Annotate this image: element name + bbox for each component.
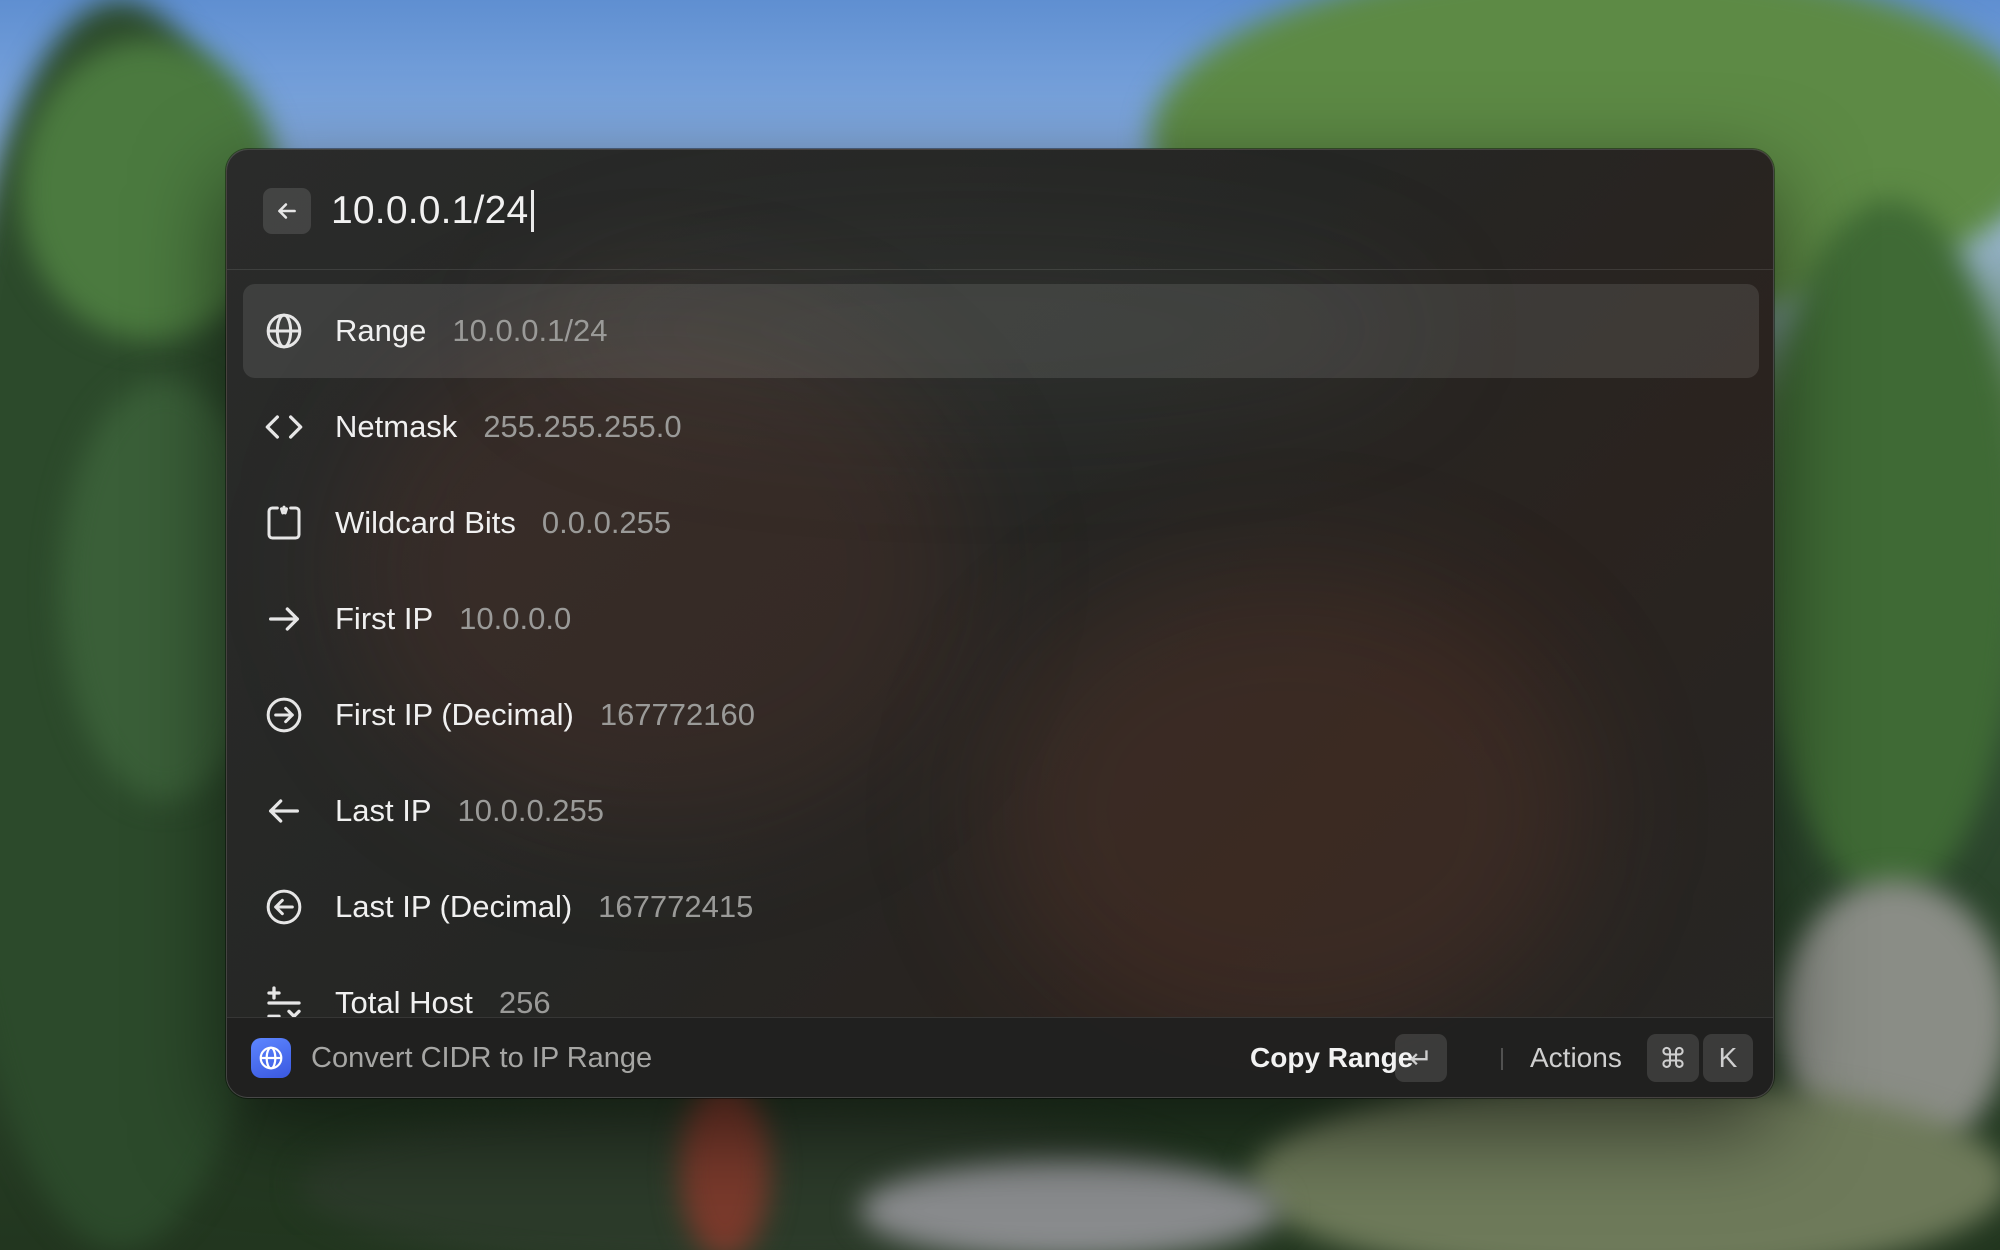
search-bar: 10.0.0.1/24 [227,150,1773,270]
code-brackets-icon [263,406,305,448]
k-key-hint: K [1703,1034,1753,1082]
item-title: Wildcard Bits [335,505,516,540]
item-title: First IP [335,601,434,636]
arrow-left-icon [263,790,305,832]
item-value: 167772415 [598,889,754,924]
launcher-window: 10.0.0.1/24 Range 10.0.0.1/24 Netmask 255.… [226,149,1774,1098]
item-value: 10.0.0.255 [457,793,605,828]
actions-button[interactable]: Actions [1530,1018,1622,1097]
arrow-right-icon [263,598,305,640]
item-value: 10.0.0.0 [459,601,572,636]
item-value: 255.255.255.0 [483,409,682,444]
search-input[interactable]: 10.0.0.1/24 [331,180,1631,242]
search-query: 10.0.0.1/24 [331,189,529,232]
globe-icon [259,1046,283,1070]
item-title: First IP (Decimal) [335,697,574,732]
list-item-first-ip-decimal[interactable]: First IP (Decimal) 167772160 [243,668,1759,762]
text-caret [531,190,535,232]
item-title: Last IP (Decimal) [335,889,573,924]
copy-range-button[interactable]: Copy Range [1250,1018,1413,1097]
globe-icon [263,310,305,352]
list-item-range[interactable]: Range 10.0.0.1/24 [243,284,1759,378]
command-title: Convert CIDR to IP Range [311,1041,653,1074]
item-title: Total Host [335,985,473,1020]
arrow-left-icon [278,203,296,219]
command-icon [251,1038,291,1078]
item-title: Netmask [335,409,458,444]
arrow-left-circle-icon [263,886,305,928]
item-value: 0.0.0.255 [541,505,672,540]
item-value: 167772160 [599,697,755,732]
item-value: 10.0.0.1/24 [452,313,608,348]
list-item-last-ip[interactable]: Last IP 10.0.0.255 [243,764,1759,858]
wildcard-frame-icon [263,502,305,544]
action-bar: Convert CIDR to IP Range Copy Range ↵ Ac… [227,1017,1773,1097]
list-item-wildcard-bits[interactable]: Wildcard Bits 0.0.0.255 [243,476,1759,570]
enter-key-hint: ↵ [1395,1034,1447,1082]
item-title: Last IP [335,793,432,828]
footer-divider [1501,1048,1503,1070]
list-item-first-ip[interactable]: First IP 10.0.0.0 [243,572,1759,666]
results-list: Range 10.0.0.1/24 Netmask 255.255.255.0 Wi… [227,284,1773,1097]
arrow-right-circle-icon [263,694,305,736]
item-title: Range [335,313,427,348]
list-item-last-ip-decimal[interactable]: Last IP (Decimal) 167772415 [243,860,1759,954]
command-key-hint: ⌘ [1647,1034,1699,1082]
list-item-netmask[interactable]: Netmask 255.255.255.0 [243,380,1759,474]
back-button[interactable] [263,188,311,234]
item-value: 256 [498,985,551,1020]
